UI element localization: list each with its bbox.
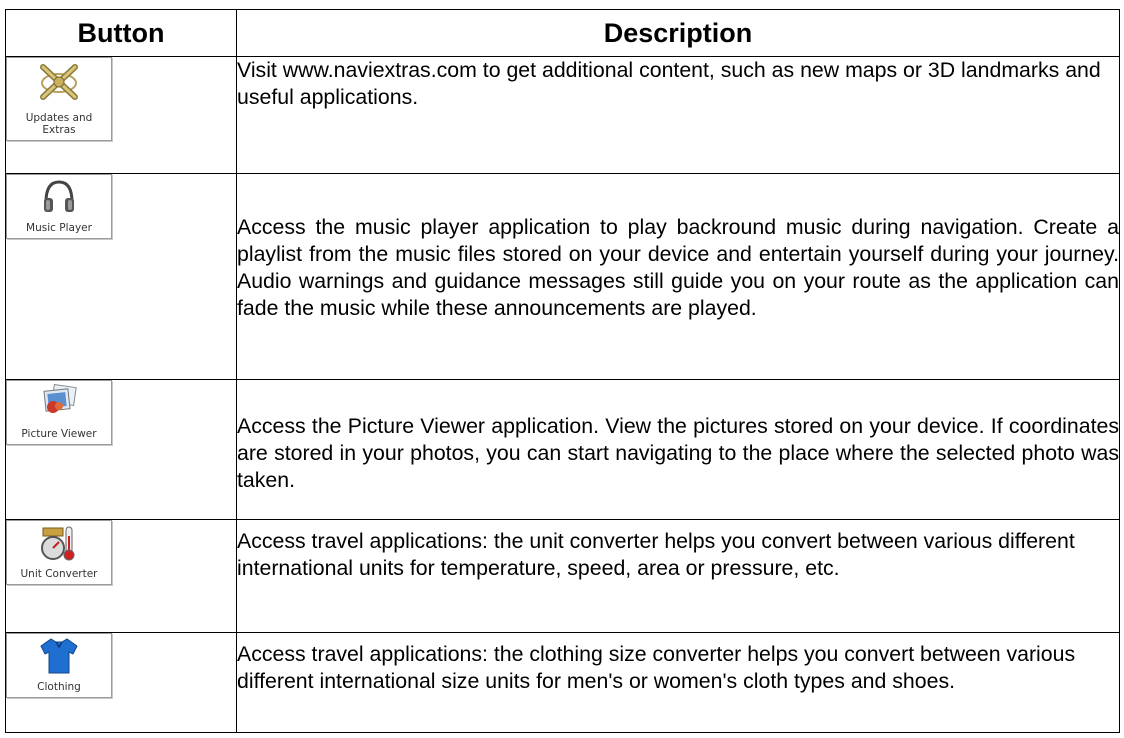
button-label: Clothing	[37, 681, 81, 693]
button-label: Unit Converter	[20, 568, 98, 580]
photos-icon	[43, 384, 77, 413]
button-column-header: Button	[5, 9, 237, 57]
button-label: Music Player	[26, 222, 92, 234]
button-cell: Picture Viewer	[5, 379, 237, 520]
updates-and-extras-button[interactable]: Updates and Extras	[6, 57, 112, 141]
table-row: Updates and Extras Visit www.naviextras.…	[5, 56, 1120, 174]
table-row: Music Player Access the music player app…	[5, 173, 1120, 380]
button-cell: Music Player	[5, 173, 237, 380]
headphones-icon	[44, 180, 74, 212]
description-cell: Visit www.naviextras.com to get addition…	[236, 56, 1120, 174]
table-row: Clothing Access travel applications: the…	[5, 632, 1120, 733]
button-label: Updates and Extras	[25, 112, 93, 136]
satellite-x-icon	[40, 64, 78, 100]
button-cell: Clothing	[5, 632, 237, 733]
button-description-table: Button Description Updates and Extras Vi…	[5, 9, 1120, 733]
button-cell: Updates and Extras	[5, 56, 237, 174]
header-row: Button Description	[5, 9, 1120, 57]
clothing-button[interactable]: Clothing	[6, 633, 112, 698]
unit-converter-button[interactable]: Unit Converter	[6, 520, 112, 585]
table-row: Unit Converter Access travel application…	[5, 519, 1120, 633]
description-column-header: Description	[236, 9, 1120, 57]
button-cell: Unit Converter	[5, 519, 237, 633]
description-cell: Access travel applications: the unit con…	[236, 519, 1120, 633]
description-cell: Access the music player application to p…	[236, 173, 1120, 380]
music-player-button[interactable]: Music Player	[6, 174, 112, 239]
table-row: Picture Viewer Access the Picture Viewer…	[5, 379, 1120, 520]
button-label: Picture Viewer	[21, 428, 97, 440]
shirt-icon	[40, 638, 78, 674]
description-cell: Access travel applications: the clothing…	[236, 632, 1120, 733]
description-cell: Access the Picture Viewer application. V…	[236, 379, 1120, 520]
gauge-thermometer-icon	[41, 526, 75, 561]
picture-viewer-button[interactable]: Picture Viewer	[6, 380, 112, 445]
